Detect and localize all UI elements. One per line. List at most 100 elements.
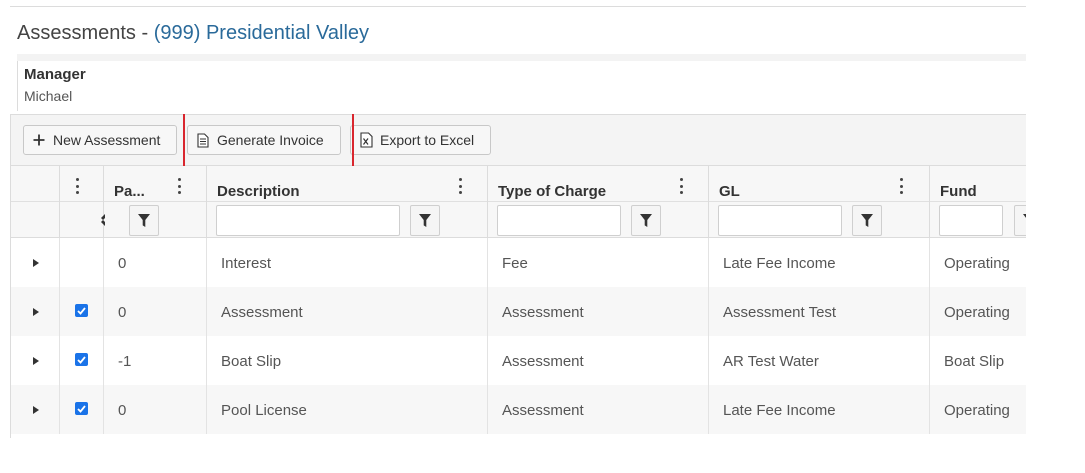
caret-right-icon[interactable] [33, 406, 39, 414]
description-cell: Pool License [207, 385, 488, 434]
gl-value: Assessment Test [723, 304, 837, 321]
info-band [17, 54, 1026, 61]
header-type-label: Type of Charge [498, 183, 607, 200]
description-value: Interest [221, 255, 272, 272]
description-cell: Boat Slip [207, 336, 488, 385]
type-cell: Assessment [488, 385, 709, 434]
gl-value: Late Fee Income [723, 402, 836, 419]
table-row[interactable]: 0 Assessment Assessment Assessment Test … [11, 287, 1026, 336]
checkbox-checked-icon[interactable] [75, 402, 88, 415]
fund-value: Operating [944, 304, 1010, 321]
type-value: Fee [502, 255, 528, 272]
pa-value: -1 [118, 353, 132, 370]
select-cell[interactable] [60, 336, 104, 385]
pa-value: 0 [118, 402, 127, 419]
filter-select-cell [60, 202, 105, 238]
assessments-grid: New Assessment Generate Invoice Export t… [10, 114, 1026, 438]
filter-row [11, 202, 1026, 238]
kebab-icon[interactable] [896, 178, 906, 194]
export-excel-label: Export to Excel [380, 132, 475, 148]
filter-gl-button[interactable] [852, 205, 882, 236]
description-value: Boat Slip [221, 353, 282, 370]
fund-cell: Operating [930, 287, 1026, 336]
caret-right-icon[interactable] [33, 357, 39, 365]
select-cell[interactable] [60, 385, 104, 434]
filter-type-button[interactable] [631, 205, 661, 236]
header-fund[interactable]: Fund [930, 166, 1026, 202]
new-assessment-label: New Assessment [53, 132, 161, 148]
checkbox-checked-icon[interactable] [75, 304, 88, 317]
select-cell[interactable] [60, 287, 104, 336]
generate-invoice-label: Generate Invoice [217, 132, 324, 148]
plus-icon [32, 132, 46, 148]
table-row[interactable]: 0 Pool License Assessment Late Fee Incom… [11, 385, 1026, 434]
association-link[interactable]: (999) Presidential Valley [154, 22, 369, 44]
filter-fund-button[interactable] [1014, 205, 1026, 236]
description-value: Pool License [221, 402, 307, 419]
grid-toolbar: New Assessment Generate Invoice Export t… [11, 114, 1026, 178]
fund-cell: Boat Slip [930, 336, 1026, 385]
fund-cell: Operating [930, 385, 1026, 434]
manager-value: Michael [24, 88, 73, 104]
table-row[interactable]: 0 Interest Fee Late Fee Income Operating [11, 238, 1026, 287]
header-type-of-charge[interactable]: Type of Charge [488, 166, 709, 202]
type-cell: Assessment [488, 336, 709, 385]
gl-cell: Assessment Test [709, 287, 930, 336]
expander-cell[interactable] [11, 336, 60, 385]
pa-value: 0 [118, 255, 127, 272]
select-cell[interactable] [60, 238, 104, 287]
kebab-icon[interactable] [455, 178, 465, 194]
type-value: Assessment [502, 304, 584, 321]
page-title-prefix: Assessments [17, 22, 136, 44]
type-value: Assessment [502, 353, 584, 370]
header-description[interactable]: Description [207, 166, 488, 202]
header-gl[interactable]: GL [709, 166, 930, 202]
filter-icon [138, 214, 150, 227]
expander-cell[interactable] [11, 385, 60, 434]
caret-right-icon[interactable] [33, 308, 39, 316]
filter-description-button[interactable] [410, 205, 440, 236]
filter-fund-input[interactable] [939, 205, 1003, 236]
header-pa-label: Pa... [114, 183, 145, 200]
header-pa[interactable]: Pa... [104, 166, 207, 202]
top-divider [10, 6, 1026, 7]
filter-pa-button[interactable] [129, 205, 159, 236]
manager-info: Manager Michael [17, 61, 1026, 111]
checkbox-checked-icon[interactable] [75, 353, 88, 366]
description-cell: Assessment [207, 287, 488, 336]
page-title: Assessments - (999) Presidential Valley [17, 22, 369, 45]
header-expander-column [11, 166, 60, 202]
filter-icon [419, 214, 431, 227]
filter-gl-input[interactable] [718, 205, 842, 236]
gl-cell: Late Fee Income [709, 385, 930, 434]
generate-invoice-button[interactable]: Generate Invoice [187, 125, 341, 155]
caret-right-icon[interactable] [33, 259, 39, 267]
type-cell: Assessment [488, 287, 709, 336]
fund-value: Boat Slip [944, 353, 1005, 370]
kebab-icon[interactable] [174, 178, 184, 194]
filter-type-input[interactable] [497, 205, 621, 236]
table-row[interactable]: -1 Boat Slip Assessment AR Test Water Bo… [11, 336, 1026, 385]
fund-value: Operating [944, 402, 1010, 419]
filter-description-input[interactable] [216, 205, 400, 236]
expander-cell[interactable] [11, 287, 60, 336]
kebab-icon[interactable] [72, 178, 82, 194]
filter-description-cell [207, 202, 488, 238]
kebab-icon[interactable] [676, 178, 686, 194]
gl-cell: Late Fee Income [709, 238, 930, 287]
filter-gl-cell [709, 202, 930, 238]
expander-cell[interactable] [11, 238, 60, 287]
fund-cell: Operating [930, 238, 1026, 287]
excel-icon [359, 132, 373, 148]
column-header-row: Pa... Description Type of Charge GL Fund [11, 166, 1026, 202]
type-value: Assessment [502, 402, 584, 419]
page-title-separator: - [135, 22, 154, 44]
gl-cell: AR Test Water [709, 336, 930, 385]
filter-icon [1023, 214, 1026, 218]
description-cell: Interest [207, 238, 488, 287]
filter-icon [861, 214, 873, 227]
header-fund-label: Fund [940, 183, 977, 200]
export-excel-button[interactable]: Export to Excel [350, 125, 491, 155]
description-value: Assessment [221, 304, 303, 321]
new-assessment-button[interactable]: New Assessment [23, 125, 177, 155]
